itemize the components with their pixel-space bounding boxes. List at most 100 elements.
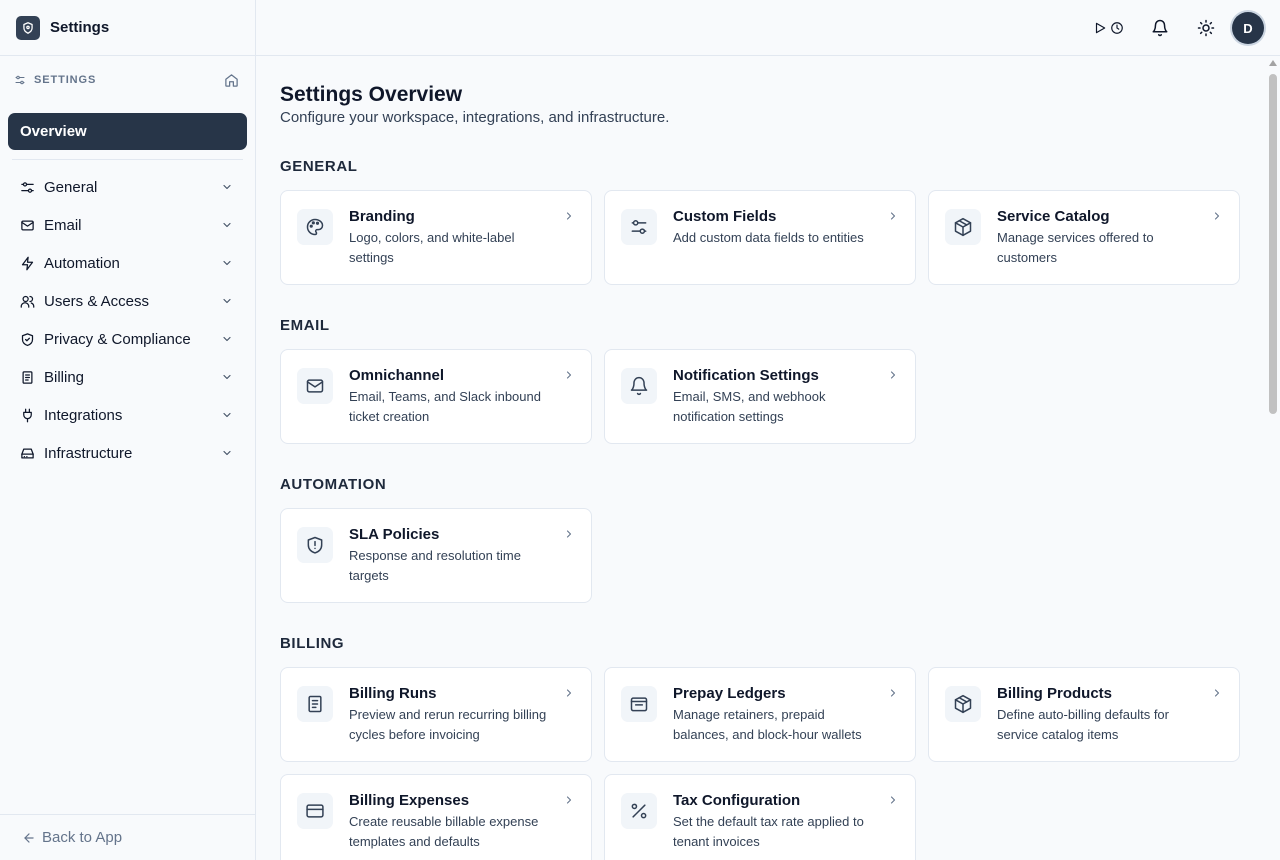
main-content: Settings Overview Configure your workspa… bbox=[256, 56, 1280, 860]
sidebar-item-overview[interactable]: Overview bbox=[8, 113, 247, 150]
sun-icon bbox=[1197, 19, 1215, 37]
card-title: Billing Products bbox=[997, 685, 1113, 702]
sidebar-item-label: Infrastructure bbox=[44, 444, 133, 462]
sidebar-item-infrastructure[interactable]: Infrastructure bbox=[0, 434, 255, 472]
chevron-right-icon bbox=[563, 369, 575, 381]
sidebar-item-email[interactable]: Email bbox=[0, 206, 255, 244]
card-tax-configuration[interactable]: Tax Configuration Set the default tax ra… bbox=[604, 774, 916, 860]
sliders-icon bbox=[20, 180, 35, 195]
section-grid-general: Branding Logo, colors, and white-label s… bbox=[280, 190, 1241, 285]
package-icon bbox=[945, 209, 981, 245]
card-notification-settings[interactable]: Notification Settings Email, SMS, and we… bbox=[604, 349, 916, 444]
scroll-up-arrow-icon[interactable] bbox=[1269, 60, 1277, 66]
card-title: Billing Runs bbox=[349, 685, 437, 702]
card-custom-fields[interactable]: Custom Fields Add custom data fields to … bbox=[604, 190, 916, 285]
time-tracker-button[interactable] bbox=[1086, 12, 1130, 44]
chevron-right-icon bbox=[887, 369, 899, 381]
plug-icon bbox=[20, 408, 35, 423]
sidebar-item-label: Automation bbox=[44, 254, 120, 272]
theme-toggle-button[interactable] bbox=[1190, 12, 1222, 44]
card-description: Email, Teams, and Slack inbound ticket c… bbox=[349, 389, 541, 424]
card-description: Manage retainers, prepaid balances, and … bbox=[673, 707, 862, 742]
chevron-down-icon bbox=[221, 181, 233, 193]
chevron-right-icon bbox=[563, 687, 575, 699]
bell-icon bbox=[621, 368, 657, 404]
section-title-automation: AUTOMATION bbox=[280, 476, 387, 493]
sidebar-item-label: Users & Access bbox=[44, 292, 150, 310]
sidebar-item-label: Email bbox=[44, 216, 82, 234]
card-billing-expenses[interactable]: Billing Expenses Create reusable billabl… bbox=[280, 774, 592, 860]
card-branding[interactable]: Branding Logo, colors, and white-label s… bbox=[280, 190, 592, 285]
avatar[interactable]: D bbox=[1232, 12, 1264, 44]
sidebar-item-integrations[interactable]: Integrations bbox=[0, 396, 255, 434]
sidebar-item-label: Billing bbox=[44, 368, 85, 386]
top-bar: D bbox=[256, 0, 1280, 56]
card-description: Set the default tax rate applied to tena… bbox=[673, 814, 864, 849]
card-title: Omnichannel bbox=[349, 367, 445, 384]
home-icon[interactable] bbox=[224, 73, 239, 88]
settings-logo-icon bbox=[16, 15, 40, 40]
card-sla-policies[interactable]: SLA Policies Response and resolution tim… bbox=[280, 508, 592, 603]
card-description: Manage services offered to customers bbox=[997, 230, 1154, 265]
chevron-right-icon bbox=[1211, 210, 1223, 222]
chevron-right-icon bbox=[563, 528, 575, 540]
receipt-icon bbox=[20, 370, 35, 385]
card-title: Tax Configuration bbox=[673, 792, 801, 809]
sliders-icon bbox=[14, 74, 26, 86]
section-grid-automation: SLA Policies Response and resolution tim… bbox=[280, 508, 1241, 603]
card-description: Create reusable billable expense templat… bbox=[349, 814, 539, 849]
notifications-button[interactable] bbox=[1144, 12, 1176, 44]
back-to-app-link[interactable]: Back to App bbox=[0, 814, 255, 860]
page-title: Settings Overview bbox=[280, 83, 463, 106]
credit-card-icon bbox=[297, 793, 333, 829]
receipt-icon bbox=[297, 686, 333, 722]
sidebar-item-privacy-compliance[interactable]: Privacy & Compliance bbox=[0, 320, 255, 358]
card-billing-runs[interactable]: Billing Runs Preview and rerun recurring… bbox=[280, 667, 592, 762]
chevron-down-icon bbox=[221, 409, 233, 421]
card-title: Prepay Ledgers bbox=[673, 685, 786, 702]
play-icon bbox=[1093, 21, 1107, 35]
chevron-right-icon bbox=[887, 210, 899, 222]
back-to-app-label: Back to App bbox=[42, 829, 123, 846]
percent-icon bbox=[621, 793, 657, 829]
card-description: Add custom data fields to entities bbox=[673, 230, 864, 245]
section-title-general: GENERAL bbox=[280, 158, 358, 175]
chevron-right-icon bbox=[563, 210, 575, 222]
zap-icon bbox=[20, 256, 35, 271]
card-billing-products[interactable]: Billing Products Define auto-billing def… bbox=[928, 667, 1240, 762]
chevron-right-icon bbox=[887, 794, 899, 806]
sidebar-item-users-access[interactable]: Users & Access bbox=[0, 282, 255, 320]
card-service-catalog[interactable]: Service Catalog Manage services offered … bbox=[928, 190, 1240, 285]
shield-icon bbox=[20, 332, 35, 347]
sidebar-item-label: Integrations bbox=[44, 406, 123, 424]
sidebar-item-label: Privacy & Compliance bbox=[44, 330, 191, 348]
scrollbar-thumb[interactable] bbox=[1269, 74, 1277, 414]
clock-icon bbox=[1110, 21, 1124, 35]
sidebar-brand: Settings bbox=[0, 0, 255, 56]
section-title-billing: BILLING bbox=[280, 635, 345, 652]
sidebar-item-automation[interactable]: Automation bbox=[0, 244, 255, 282]
mail-icon bbox=[297, 368, 333, 404]
bell-icon bbox=[1151, 19, 1169, 37]
sidebar-item-billing[interactable]: Billing bbox=[0, 358, 255, 396]
chevron-down-icon bbox=[221, 447, 233, 459]
chevron-right-icon bbox=[1211, 687, 1223, 699]
sidebar-divider bbox=[12, 159, 243, 160]
card-description: Define auto-billing defaults for service… bbox=[997, 707, 1169, 742]
sidebar-section-label: SETTINGS bbox=[34, 74, 97, 86]
chevron-down-icon bbox=[221, 295, 233, 307]
chevron-right-icon bbox=[563, 794, 575, 806]
card-omnichannel[interactable]: Omnichannel Email, Teams, and Slack inbo… bbox=[280, 349, 592, 444]
main-scrollbar[interactable] bbox=[1266, 56, 1280, 860]
card-title: Custom Fields bbox=[673, 208, 777, 225]
chevron-right-icon bbox=[887, 687, 899, 699]
sliders-icon bbox=[621, 209, 657, 245]
card-prepay-ledgers[interactable]: Prepay Ledgers Manage retainers, prepaid… bbox=[604, 667, 916, 762]
section-grid-email: Omnichannel Email, Teams, and Slack inbo… bbox=[280, 349, 1241, 444]
mail-icon bbox=[20, 218, 35, 233]
hard-drive-icon bbox=[20, 446, 35, 461]
arrow-left-icon bbox=[22, 831, 36, 845]
chevron-down-icon bbox=[221, 333, 233, 345]
sidebar-item-general[interactable]: General bbox=[0, 168, 255, 206]
chevron-down-icon bbox=[221, 371, 233, 383]
